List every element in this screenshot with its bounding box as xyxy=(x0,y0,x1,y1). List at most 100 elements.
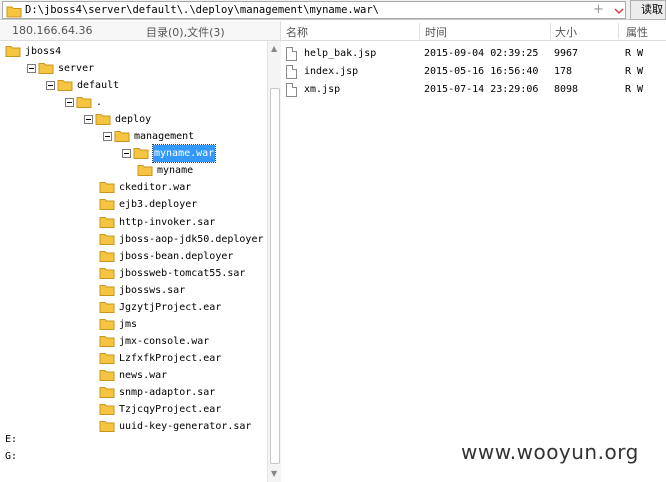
collapse-toggle-icon[interactable] xyxy=(84,115,93,125)
tree-node-label: JgzytjProject.ear xyxy=(119,301,222,313)
tree-node[interactable]: management xyxy=(0,128,267,145)
server-ip: 180.166.64.36 xyxy=(12,24,93,37)
collapse-toggle-icon[interactable] xyxy=(27,64,36,74)
folder-icon xyxy=(99,284,115,296)
tree-scrollbar[interactable]: ▲ ▼ xyxy=(267,41,281,482)
tree-node-label: news.war xyxy=(119,369,168,381)
folder-icon xyxy=(99,301,115,313)
tree-node-label: jbossws.sar xyxy=(119,284,186,296)
col-attr-header[interactable]: 属性 xyxy=(626,24,648,40)
tree-node-label: TzjcqyProject.ear xyxy=(119,404,222,416)
file-row[interactable]: help_bak.jsp 2015-09-04 02:39:25 9967 R … xyxy=(281,45,666,63)
col-name-header[interactable]: 名称 xyxy=(286,24,308,40)
tree-node-label: jmx-console.war xyxy=(119,335,210,347)
tree-node-label: uuid-key-generator.sar xyxy=(119,421,252,433)
scroll-down-icon[interactable]: ▼ xyxy=(271,469,277,478)
tree-node[interactable]: uuid-key-generator.sar xyxy=(0,418,267,435)
tree-node[interactable]: jboss-bean.deployer xyxy=(0,248,267,265)
add-favorite-button[interactable]: + xyxy=(593,2,604,17)
tree-node-label: ckeditor.war xyxy=(119,182,192,194)
open-folder-icon xyxy=(114,131,130,143)
file-name: help_bak.jsp xyxy=(304,48,377,59)
tree-node[interactable]: myname xyxy=(0,162,267,179)
folder-icon xyxy=(137,165,153,177)
tree-node[interactable]: jmx-console.war xyxy=(0,333,267,350)
tree-node-label: deploy xyxy=(115,114,152,126)
tree-node[interactable]: snmp-adaptor.sar xyxy=(0,384,267,401)
tree-node[interactable]: jms xyxy=(0,316,267,333)
folder-icon xyxy=(99,199,115,211)
collapse-toggle-icon[interactable] xyxy=(122,149,131,159)
tree-node-label: snmp-adaptor.sar xyxy=(119,387,216,398)
file-size: 9967 xyxy=(554,48,579,59)
tree-node[interactable]: news.war xyxy=(0,367,267,384)
folder-icon xyxy=(99,387,115,398)
folder-icon xyxy=(99,216,115,228)
tree-node-label: . xyxy=(96,97,103,109)
tree-node[interactable]: deploy xyxy=(0,111,267,128)
collapse-toggle-icon[interactable] xyxy=(65,98,74,108)
file-size: 8098 xyxy=(554,84,579,95)
tree-node[interactable]: TzjcqyProject.ear xyxy=(0,401,267,418)
file-row[interactable]: xm.jsp 2015-07-14 23:29:06 8098 R W xyxy=(281,81,666,99)
watermark: www.wooyun.org xyxy=(461,440,639,464)
file-time: 2015-05-16 16:56:40 xyxy=(424,66,539,77)
file-name: xm.jsp xyxy=(304,84,341,95)
col-size-header[interactable]: 大小 xyxy=(555,24,577,40)
file-time: 2015-07-14 23:29:06 xyxy=(424,84,539,95)
tree-node-label: jboss-bean.deployer xyxy=(119,250,234,262)
scroll-up-icon[interactable]: ▲ xyxy=(271,44,277,53)
tree-node[interactable]: jboss4 xyxy=(0,43,267,60)
folder-icon xyxy=(99,182,115,194)
folder-icon xyxy=(99,404,115,416)
folder-icon xyxy=(99,352,115,364)
tree-node-label: server xyxy=(58,63,95,75)
collapse-toggle-icon[interactable] xyxy=(46,81,55,91)
drive-e[interactable]: E: xyxy=(5,434,17,445)
file-icon xyxy=(286,83,297,97)
collapse-toggle-icon[interactable] xyxy=(103,132,112,142)
path-input[interactable]: D:\jboss4\server\default\.\deploy\manage… xyxy=(2,1,626,19)
file-size: 178 xyxy=(554,66,573,77)
column-divider xyxy=(419,23,420,39)
folder-tree[interactable]: jboss4 server default. deploy management myna… xyxy=(0,41,267,482)
folder-icon xyxy=(99,421,115,433)
col-time-header[interactable]: 时间 xyxy=(425,24,447,40)
tree-node[interactable]: jboss-aop-jdk50.deployer xyxy=(0,231,267,248)
file-row[interactable]: index.jsp 2015-05-16 16:56:40 178 R W xyxy=(281,63,666,81)
drive-g[interactable]: G: xyxy=(5,451,17,462)
tree-node[interactable]: ejb3.deployer xyxy=(0,196,267,213)
tree-node-label: management xyxy=(134,131,195,143)
file-attr: R W xyxy=(625,48,644,59)
tree-node[interactable]: ckeditor.war xyxy=(0,179,267,196)
file-name: index.jsp xyxy=(304,66,359,77)
tree-node[interactable]: server xyxy=(0,60,267,77)
tree-node[interactable]: myname.war xyxy=(0,144,267,164)
open-folder-icon xyxy=(57,80,73,92)
tree-node-label: myname.war xyxy=(151,144,217,164)
tree-node[interactable]: jbossweb-tomcat55.sar xyxy=(0,265,267,282)
tree-node-label: http-invoker.sar xyxy=(119,216,216,228)
open-folder-icon xyxy=(76,97,92,109)
directory-summary: 目录(0),文件(3) xyxy=(146,26,225,39)
tree-header: 180.166.64.36 目录(0),文件(3) xyxy=(0,21,281,41)
column-divider xyxy=(550,23,551,39)
folder-icon xyxy=(99,369,115,381)
tree-node-label: jboss-aop-jdk50.deployer xyxy=(119,233,264,245)
folder-icon xyxy=(99,233,115,245)
open-folder-icon xyxy=(133,148,149,160)
folder-icon xyxy=(99,267,115,279)
scrollbar-thumb[interactable] xyxy=(270,88,280,464)
tree-node[interactable]: . xyxy=(0,94,267,111)
column-divider xyxy=(618,23,619,39)
read-button[interactable]: 读取 xyxy=(630,0,666,20)
open-folder-icon xyxy=(95,114,111,126)
tree-node[interactable]: http-invoker.sar xyxy=(0,214,267,231)
tree-node[interactable]: LzfxfkProject.ear xyxy=(0,350,267,367)
tree-node[interactable]: jbossws.sar xyxy=(0,282,267,299)
chevron-down-icon[interactable] xyxy=(613,5,625,17)
tree-node[interactable]: JgzytjProject.ear xyxy=(0,299,267,316)
tree-node[interactable]: default xyxy=(0,77,267,94)
tree-node-label: LzfxfkProject.ear xyxy=(119,352,222,364)
open-folder-icon xyxy=(38,63,54,75)
